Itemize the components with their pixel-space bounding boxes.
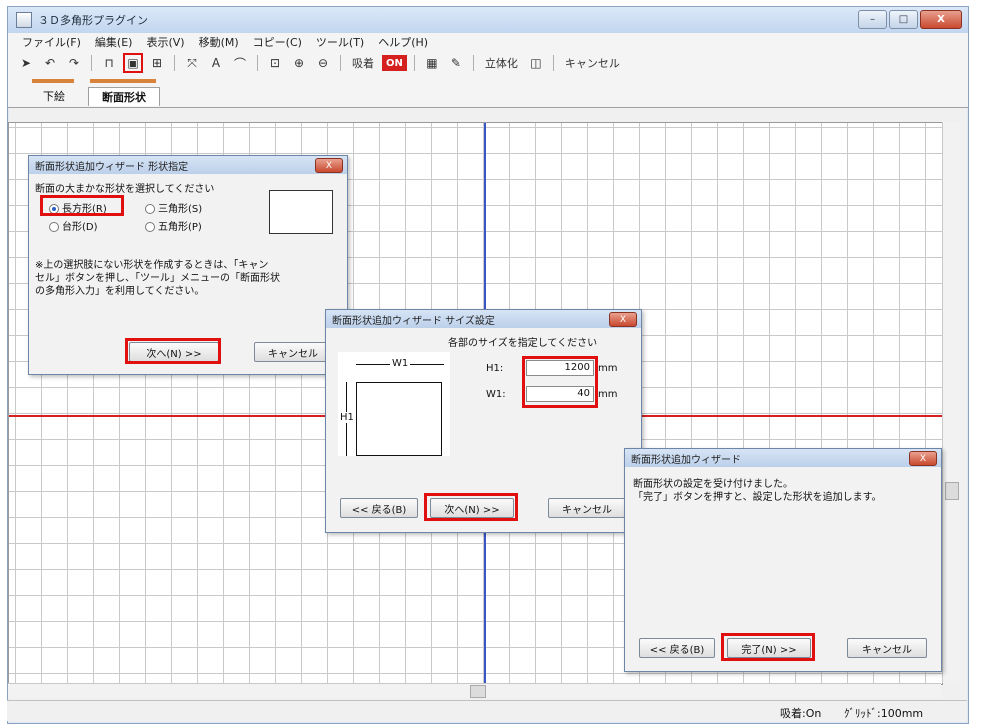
finish-dialog-close-button[interactable]: X <box>909 451 937 466</box>
menu-copy[interactable]: コピー(C) <box>253 34 302 50</box>
shape-note-line-3: の多角形入力」を利用してください。 <box>35 286 205 297</box>
app-icon <box>16 12 32 28</box>
edit-shape-icon[interactable]: ⊞ <box>147 53 167 73</box>
w1-label: W1: <box>486 389 506 400</box>
h1-label: H1: <box>486 363 504 374</box>
toolbar-separator <box>552 55 554 71</box>
finish-wizard-dialog: 断面形状追加ウィザード X 断面形状の設定を受け付けました。 「完了」ボタンを押… <box>624 448 942 672</box>
minimize-button[interactable]: – <box>858 10 887 29</box>
finish-dialog-title: 断面形状追加ウィザード <box>631 454 741 466</box>
caption-buttons: – □ X <box>858 10 962 29</box>
zoom-out-icon[interactable]: ⊖ <box>313 53 333 73</box>
dimension-icon[interactable]: ⤧ <box>182 53 202 73</box>
maximize-button[interactable]: □ <box>889 10 918 29</box>
add-section-shape-icon[interactable]: ▣ <box>123 53 143 73</box>
close-button[interactable]: X <box>920 10 962 29</box>
size-cancel-button[interactable]: キャンセル <box>548 498 626 518</box>
finish-message-line-2: 「完了」ボタンを押すと、設定した形状を追加します。 <box>633 492 882 503</box>
zoom-in-icon[interactable]: ⊕ <box>289 53 309 73</box>
status-bar: 吸着:On ｸﾞﾘｯﾄﾞ:100mm <box>7 700 967 721</box>
window-title: ３Ｄ多角形プラグイン <box>38 14 148 27</box>
tab-section-shape[interactable]: 断面形状 <box>88 87 160 106</box>
finish-dialog-title-bar[interactable]: 断面形状追加ウィザード X <box>625 449 941 467</box>
shape-cancel-button[interactable]: キャンセル <box>254 342 332 362</box>
highlight-rectangle-option <box>40 195 124 216</box>
menu-move[interactable]: 移動(M) <box>199 34 239 50</box>
option-pentagon[interactable]: 五角形(P) <box>145 218 202 233</box>
toolbar-separator <box>174 55 175 71</box>
menu-edit[interactable]: 編集(E) <box>95 34 133 50</box>
status-grid: ｸﾞﾘｯﾄﾞ:100mm <box>844 707 924 720</box>
radio-triangle[interactable] <box>145 204 155 214</box>
pen-icon[interactable]: ✎ <box>446 53 466 73</box>
shape-instruction: 断面の大まかな形状を選択してください <box>35 184 215 195</box>
pointer-icon[interactable]: ➤ <box>16 53 36 73</box>
option-trapezoid-label: 台形(D) <box>62 222 98 233</box>
polygon-tool-icon[interactable]: ⊓ <box>99 53 119 73</box>
tab-accent-strip <box>32 79 74 83</box>
finish-cancel-button[interactable]: キャンセル <box>847 638 927 658</box>
menu-file[interactable]: ファイル(F) <box>22 34 81 50</box>
option-trapezoid[interactable]: 台形(D) <box>49 218 98 233</box>
shape-dialog-title-bar[interactable]: 断面形状追加ウィザード 形状指定 X <box>29 156 347 174</box>
status-snap: 吸着:On <box>780 707 822 720</box>
size-diagram: W1 H1 <box>338 352 450 456</box>
menu-view[interactable]: 表示(V) <box>146 34 184 50</box>
highlight-shape-next <box>125 338 221 364</box>
highlight-finish <box>721 633 815 661</box>
toolbar-separator <box>257 55 258 71</box>
toolbar-separator <box>91 55 92 71</box>
arc-tool-icon[interactable]: ⌒ <box>230 53 250 73</box>
grid-icon[interactable]: ▦ <box>422 53 442 73</box>
shape-preview <box>269 190 333 234</box>
h1-diagram-label: H1 <box>340 412 354 423</box>
shape-dialog-close-button[interactable]: X <box>315 158 343 173</box>
horizontal-scrollbar[interactable] <box>8 683 941 698</box>
toolbar-cancel-button[interactable]: キャンセル <box>561 53 624 73</box>
shape-wizard-dialog: 断面形状追加ウィザード 形状指定 X 断面の大まかな形状を選択してください 長方… <box>28 155 348 375</box>
option-triangle[interactable]: 三角形(S) <box>145 200 202 215</box>
w1-diagram-label: W1 <box>390 358 411 369</box>
shape-dialog-title: 断面形状追加ウィザード 形状指定 <box>35 161 189 173</box>
toolbar: ➤ ↶ ↷ ⊓ ▣ ⊞ ⤧ A ⌒ ⊡ ⊕ ⊖ 吸着 ON ▦ ✎ 立体化 ◫ … <box>8 51 968 75</box>
toolbar-separator <box>472 55 474 71</box>
radio-pentagon[interactable] <box>145 222 155 232</box>
size-back-button[interactable]: << 戻る(B) <box>340 498 418 518</box>
tab-bar: 下絵 断面形状 <box>8 75 968 108</box>
radio-trapezoid[interactable] <box>49 222 59 232</box>
vertical-scroll-thumb[interactable] <box>945 482 959 500</box>
solidify-button[interactable]: 立体化 <box>481 53 522 73</box>
size-instruction: 各部のサイズを指定してください <box>448 338 598 349</box>
vertical-scrollbar[interactable] <box>942 122 960 683</box>
option-pentagon-label: 五角形(P) <box>158 222 202 233</box>
toolbar-separator <box>413 55 415 71</box>
undo-icon[interactable]: ↶ <box>40 53 60 73</box>
finish-back-button[interactable]: << 戻る(B) <box>639 638 715 658</box>
size-dialog-title: 断面形状追加ウィザード サイズ設定 <box>332 315 495 327</box>
toolbar-separator <box>340 55 341 71</box>
tab-accent-strip <box>90 79 156 83</box>
snap-toggle[interactable]: ON <box>382 55 407 71</box>
w1-unit: mm <box>598 389 618 400</box>
text-tool-icon[interactable]: A <box>206 53 226 73</box>
title-bar[interactable]: ３Ｄ多角形プラグイン – □ X <box>8 7 968 33</box>
menu-tools[interactable]: ツール(T) <box>316 34 364 50</box>
size-wizard-dialog: 断面形状追加ウィザード サイズ設定 X 各部のサイズを指定してください W1 H… <box>325 309 642 533</box>
rectangle-diagram <box>356 382 442 456</box>
size-dialog-title-bar[interactable]: 断面形状追加ウィザード サイズ設定 X <box>326 310 641 328</box>
menu-help[interactable]: ヘルプ(H) <box>378 34 428 50</box>
highlight-size-next <box>424 493 518 521</box>
size-dialog-close-button[interactable]: X <box>609 312 637 327</box>
snap-label: 吸着 <box>352 57 374 70</box>
horizontal-scroll-thumb[interactable] <box>470 685 486 698</box>
fit-view-icon[interactable]: ⊡ <box>265 53 285 73</box>
redo-icon[interactable]: ↷ <box>64 53 84 73</box>
option-triangle-label: 三角形(S) <box>158 204 203 215</box>
solid-shape-icon: ◫ <box>530 56 542 70</box>
h1-unit: mm <box>598 363 618 374</box>
menu-bar: ファイル(F) 編集(E) 表示(V) 移動(M) コピー(C) ツール(T) … <box>8 33 968 51</box>
tab-underlay[interactable]: 下絵 <box>36 87 72 105</box>
highlight-size-inputs <box>522 356 598 408</box>
